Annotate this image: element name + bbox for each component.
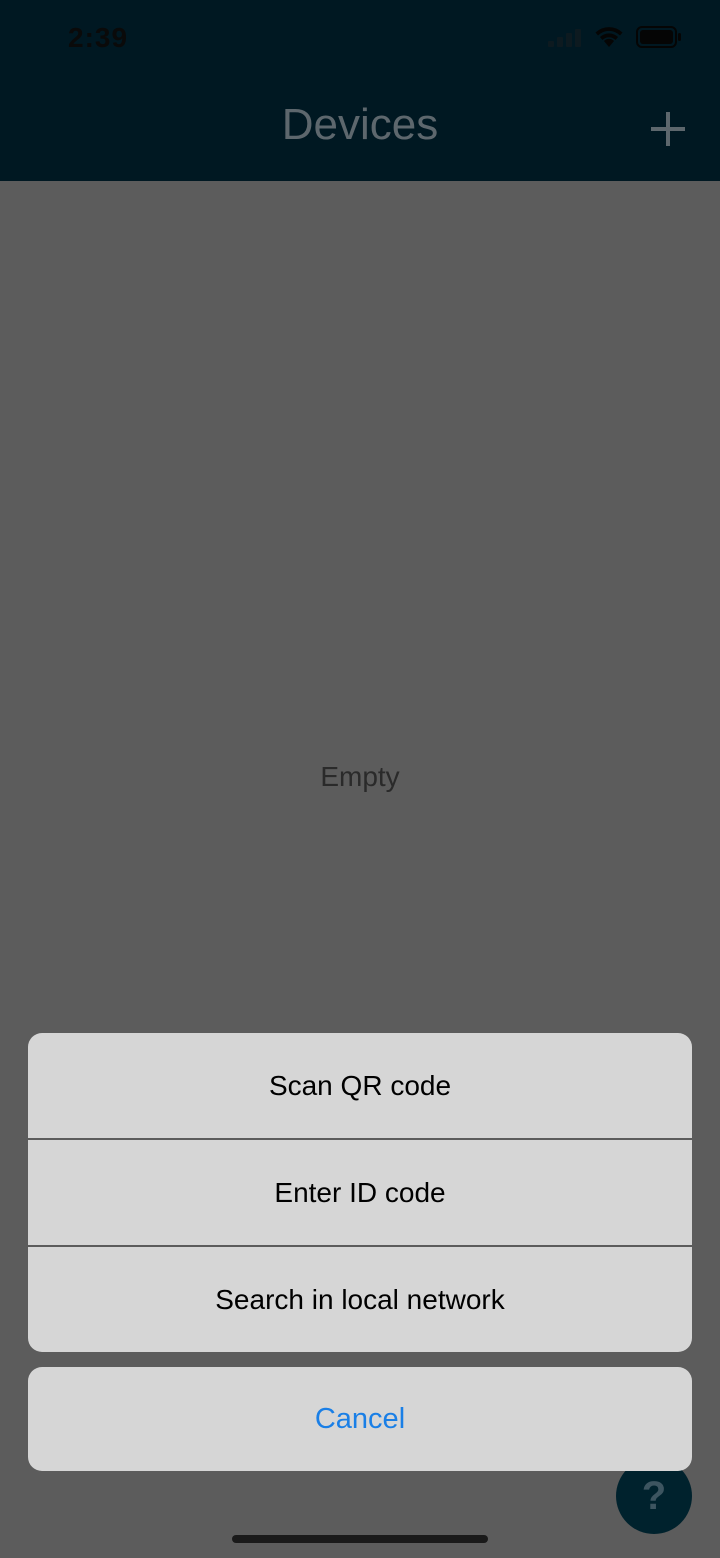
page-title: Devices — [281, 100, 439, 149]
scan-qr-code-option[interactable]: Scan QR code — [28, 1033, 692, 1138]
nav-bar: Devices — [0, 80, 720, 181]
help-icon: ? — [641, 1473, 667, 1518]
battery-icon — [636, 26, 681, 48]
cancel-button[interactable]: Cancel — [28, 1367, 692, 1471]
search-local-network-option[interactable]: Search in local network — [28, 1247, 692, 1352]
action-sheet: Scan QR code Enter ID code Search in loc… — [28, 1033, 692, 1352]
empty-state-label: Empty — [320, 761, 400, 792]
status-icons — [548, 26, 682, 48]
plus-icon — [651, 112, 685, 146]
enter-id-code-option[interactable]: Enter ID code — [28, 1140, 692, 1245]
status-bar: 2:39 — [0, 0, 720, 80]
add-device-button[interactable] — [648, 106, 688, 152]
home-indicator — [232, 1535, 488, 1543]
status-time: 2:39 — [68, 22, 129, 53]
signal-icon — [548, 29, 581, 47]
wifi-icon — [595, 27, 623, 47]
